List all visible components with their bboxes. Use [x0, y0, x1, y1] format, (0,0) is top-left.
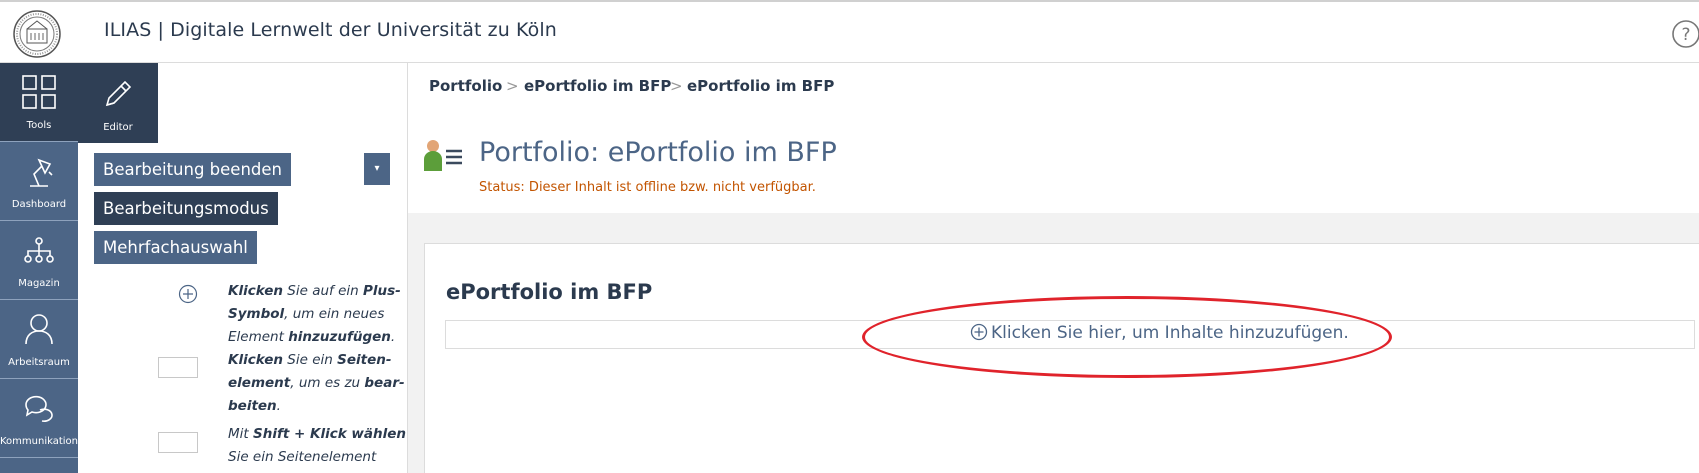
chat-icon — [25, 395, 53, 422]
multi-select-button[interactable]: Mehrfachauswahl — [94, 231, 257, 264]
status-message: Status: Dieser Inhalt ist offline bzw. n… — [479, 180, 816, 195]
mainbar-item-more[interactable] — [0, 458, 78, 473]
header: ILIAS | Digitale Lernwelt der Universitä… — [0, 2, 1699, 63]
add-content-link[interactable]: Klicken Sie hier, um Inhalte hinzuzufüge… — [970, 323, 1349, 343]
svg-text:?: ? — [1681, 25, 1690, 45]
portfolio-page-panel: ePortfolio im BFP Klicken Sie hier, um I… — [424, 243, 1699, 473]
mainbar-item-kommunikation[interactable]: Kommunikation — [0, 379, 78, 458]
sitemap-icon — [24, 237, 54, 263]
mainbar-label: Tools — [26, 120, 52, 131]
end-editing-button[interactable]: Bearbeitung beenden — [94, 153, 291, 186]
breadcrumb-item-current: ePortfolio im BFP — [687, 77, 835, 95]
page-element-symbol — [158, 357, 198, 378]
university-seal-icon[interactable] — [12, 9, 62, 59]
edit-mode-button[interactable]: Bearbeitungsmodus — [94, 192, 278, 225]
dropdown-toggle-button[interactable]: ▾ — [364, 153, 390, 185]
mainbar-item-magazin[interactable]: Magazin — [0, 221, 78, 300]
editor-slate: Editor Bearbeitung beenden ▾ Bearbeitung… — [78, 63, 408, 473]
portfolio-icon — [424, 140, 462, 171]
desk-lamp-icon — [30, 158, 53, 187]
mainbar-label: Dashboard — [11, 199, 67, 210]
panel-title: ePortfolio im BFP — [446, 280, 653, 304]
mainbar-item-arbeitsraum[interactable]: Arbeitsraum — [0, 300, 78, 379]
grid-icon — [22, 75, 56, 109]
mainbar-item-tools[interactable]: Tools — [0, 63, 78, 142]
chevron-down-icon: ▾ — [374, 163, 380, 174]
main-content: Portfolio > ePortfolio im BFP > ePortfol… — [408, 63, 1699, 473]
page-title: Portfolio: ePortfolio im BFP — [479, 137, 837, 168]
mainbar-item-dashboard[interactable]: Dashboard — [0, 142, 78, 221]
slate-tab-label: Editor — [103, 122, 133, 133]
mainbar-label: Arbeitsraum — [8, 357, 70, 368]
help-text-add: Klicken Sie auf ein Plus- Symbol, um ein… — [228, 283, 401, 345]
plus-circle-icon — [178, 284, 198, 304]
main-bar: Tools Dashboard Magazin Arbeitsraum Komm… — [0, 63, 78, 473]
user-icon — [25, 314, 53, 345]
breadcrumb-separator: > — [506, 77, 519, 95]
add-content-label: Klicken Sie hier, um Inhalte hinzuzufüge… — [991, 323, 1349, 343]
add-content-bar[interactable]: Klicken Sie hier, um Inhalte hinzuzufüge… — [445, 320, 1695, 349]
breadcrumb-item[interactable]: ePortfolio im BFP — [524, 77, 671, 95]
pencil-icon — [105, 80, 132, 107]
breadcrumb-separator: > — [670, 77, 683, 95]
plus-circle-icon — [970, 323, 988, 341]
site-title[interactable]: ILIAS | Digitale Lernwelt der Universitä… — [104, 19, 557, 41]
mainbar-label: Magazin — [18, 278, 60, 289]
help-text-edit: Klicken Sie ein Seiten- element, um es z… — [228, 352, 405, 414]
slate-tab-editor[interactable]: Editor — [78, 63, 158, 143]
breadcrumb-item[interactable]: Portfolio — [429, 77, 502, 95]
help-icon[interactable]: ? — [1671, 19, 1699, 49]
page-header: Portfolio > ePortfolio im BFP > ePortfol… — [408, 63, 1699, 213]
mainbar-label: Kommunikation — [0, 436, 79, 447]
help-text-select: Mit Shift + Klick wählen Sie ein Seitene… — [228, 426, 406, 473]
page-element-symbol — [158, 432, 198, 453]
